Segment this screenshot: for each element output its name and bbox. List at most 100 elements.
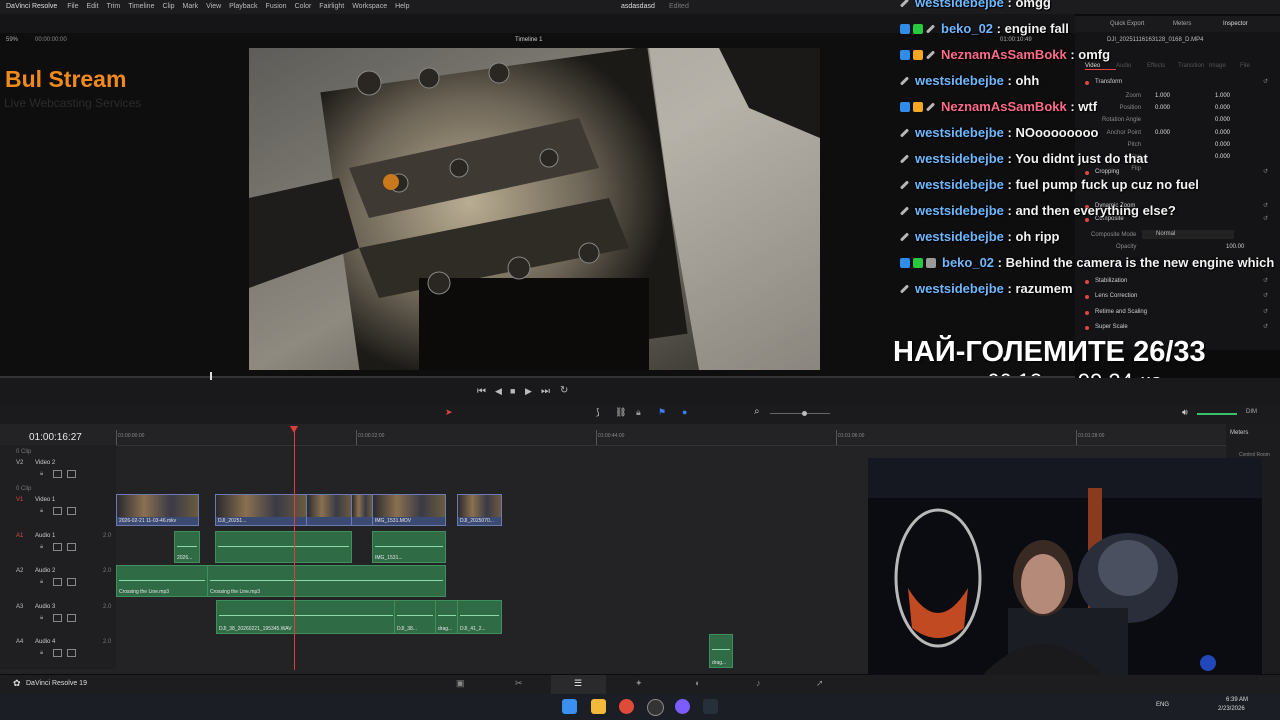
obs-icon[interactable] [647,699,664,716]
track-solo-icon[interactable] [67,649,76,657]
stop-icon[interactable]: ■ [510,386,515,396]
menu-item-timeline[interactable]: Timeline [128,0,154,14]
zoom-slider[interactable] [770,413,830,414]
zoom-search-icon[interactable]: ⌕ [754,406,760,417]
track-toggle-icon[interactable] [53,649,62,657]
file-explorer-icon[interactable] [591,699,606,714]
scrub-handle[interactable] [210,372,212,380]
discord-icon[interactable] [675,699,690,714]
edit-page-icon[interactable]: ☰ [574,678,582,689]
fairlight-page-icon[interactable]: ♪ [756,678,761,688]
inspector-section-retime-and-scaling[interactable]: Retime and Scaling ↺ [1085,309,1275,319]
track-solo-icon[interactable] [67,470,76,478]
cut-page-icon[interactable]: ✂ [515,678,523,689]
track-lock-icon[interactable]: 🔒︎ [40,471,43,478]
audio-clip[interactable]: drag... [435,600,459,634]
deliver-page-icon[interactable]: ➚ [816,678,824,689]
track-toggle-icon[interactable] [53,507,62,515]
playhead-marker[interactable] [289,426,298,433]
track-lock-icon[interactable]: 🔒︎ [40,650,43,657]
audio-clip[interactable]: drag... [709,634,733,668]
menu-item-view[interactable]: View [206,0,221,14]
video-clip[interactable]: 2026-02-21 11-03-46.mkv [116,494,199,526]
video-clip[interactable]: IMG_1531.MOV [372,494,446,526]
track-header-v1[interactable]: V1 Video 10 Clip 🔒︎ [0,486,116,528]
loop-icon[interactable]: ↻ [560,385,568,396]
davinci-taskbar-icon[interactable] [703,699,718,714]
track-name[interactable]: Audio 4 [35,639,55,645]
track-header-a1[interactable]: A1 Audio 1 2.0 🔒︎ [0,530,116,564]
play-reverse-icon[interactable]: ◀ [495,386,502,397]
timeline-timecode[interactable]: 01:00:16:27 [29,432,82,443]
track-toggle-icon[interactable] [53,470,62,478]
windows-start-icon[interactable] [562,699,577,714]
skip-end-icon[interactable]: ⏭ [541,386,550,397]
video-clip[interactable] [306,494,352,526]
track-lock-icon[interactable]: 🔒︎ [40,544,43,551]
section-reset-icon[interactable]: ↺ [1263,323,1268,330]
color-page-icon[interactable]: ◐ [695,678,700,688]
skip-start-icon[interactable]: ⏮ [477,386,486,397]
link-icon[interactable]: ⛓ [615,407,626,418]
track-solo-icon[interactable] [67,543,76,551]
menu-item-trim[interactable]: Trim [107,0,121,14]
track-solo-icon[interactable] [67,614,76,622]
volume-slider[interactable] [1197,413,1237,415]
track-lock-icon[interactable]: 🔒︎ [40,579,43,586]
media-page-icon[interactable]: ▣ [456,678,465,689]
audio-clip[interactable]: DJI_41_2... [457,600,502,634]
zoom-level[interactable]: 59% [6,37,18,43]
dim-button[interactable]: DIM [1246,409,1257,415]
play-icon[interactable]: ▶ [525,386,532,397]
section-reset-icon[interactable]: ↺ [1263,308,1268,315]
audio-clip[interactable]: Crossing the Line.mp3 [116,565,208,597]
track-lock-icon[interactable]: 🔒︎ [40,615,43,622]
track-solo-icon[interactable] [67,578,76,586]
select-tool-icon[interactable]: ➤ [445,407,453,418]
track-name[interactable]: Audio 1 [35,533,55,539]
chrome-icon[interactable] [619,699,634,714]
zoom-slider-knob[interactable] [802,411,807,416]
menu-item-color[interactable]: Color [295,0,312,14]
menu-item-edit[interactable]: Edit [86,0,98,14]
track-toggle-icon[interactable] [53,578,62,586]
audio-clip[interactable]: DJI_38... [394,600,436,634]
snapping-icon[interactable]: ⟆ [596,407,600,418]
language-indicator[interactable]: ENG [1156,702,1169,708]
audio-clip[interactable] [215,531,352,563]
track-header-a4[interactable]: A4 Audio 4 2.0 🔒︎ [0,636,116,670]
timeline-ruler[interactable]: 01:00:00:00 01:00:22:00 01:00:44:00 01:01:0… [116,424,1226,446]
menu-item-fusion[interactable]: Fusion [266,0,287,14]
track-name[interactable]: Audio 2 [35,568,55,574]
menu-item-help[interactable]: Help [395,0,409,14]
audio-clip[interactable]: Crossing the Line.mp3 [207,565,446,597]
clock-time[interactable]: 6:39 AM [1226,697,1248,703]
playhead[interactable] [289,426,298,670]
audio-clip[interactable]: IMG_1531... [372,531,446,563]
video-clip[interactable] [351,494,373,526]
menu-item-clip[interactable]: Clip [162,0,174,14]
track-header-a3[interactable]: A3 Audio 3 2.0 🔒︎ [0,601,116,635]
video-clip[interactable]: DJI_2025070... [457,494,502,526]
audio-clip[interactable]: 2026... [174,531,200,563]
track-name[interactable]: Audio 3 [35,604,55,610]
inspector-section-super-scale[interactable]: Super Scale ↺ [1085,324,1275,334]
track-solo-icon[interactable] [67,507,76,515]
track-name[interactable]: Video 1 [35,497,55,503]
volume-icon[interactable]: 🔊︎ [1182,407,1188,418]
track-toggle-icon[interactable] [53,614,62,622]
track-name[interactable]: Video 2 [35,460,55,466]
track-lock-icon[interactable]: 🔒︎ [40,508,43,515]
menu-item-file[interactable]: File [67,0,78,14]
lock-icon[interactable]: 🔒︎ [636,407,641,418]
timeline-name[interactable]: Timeline 1 [515,37,542,43]
flag-icon[interactable]: ⚑ [658,407,666,418]
track-toggle-icon[interactable] [53,543,62,551]
track-header-a2[interactable]: A2 Audio 2 2.0 🔒︎ [0,565,116,599]
scrub-bar[interactable] [0,376,1075,378]
clock-date[interactable]: 2/23/2026 [1218,706,1245,712]
audio-clip[interactable]: DJI_38_20260221_195345.WAV [216,600,396,634]
menu-item-mark[interactable]: Mark [183,0,199,14]
marker-icon[interactable]: ● [682,407,687,417]
menu-item-workspace[interactable]: Workspace [352,0,387,14]
